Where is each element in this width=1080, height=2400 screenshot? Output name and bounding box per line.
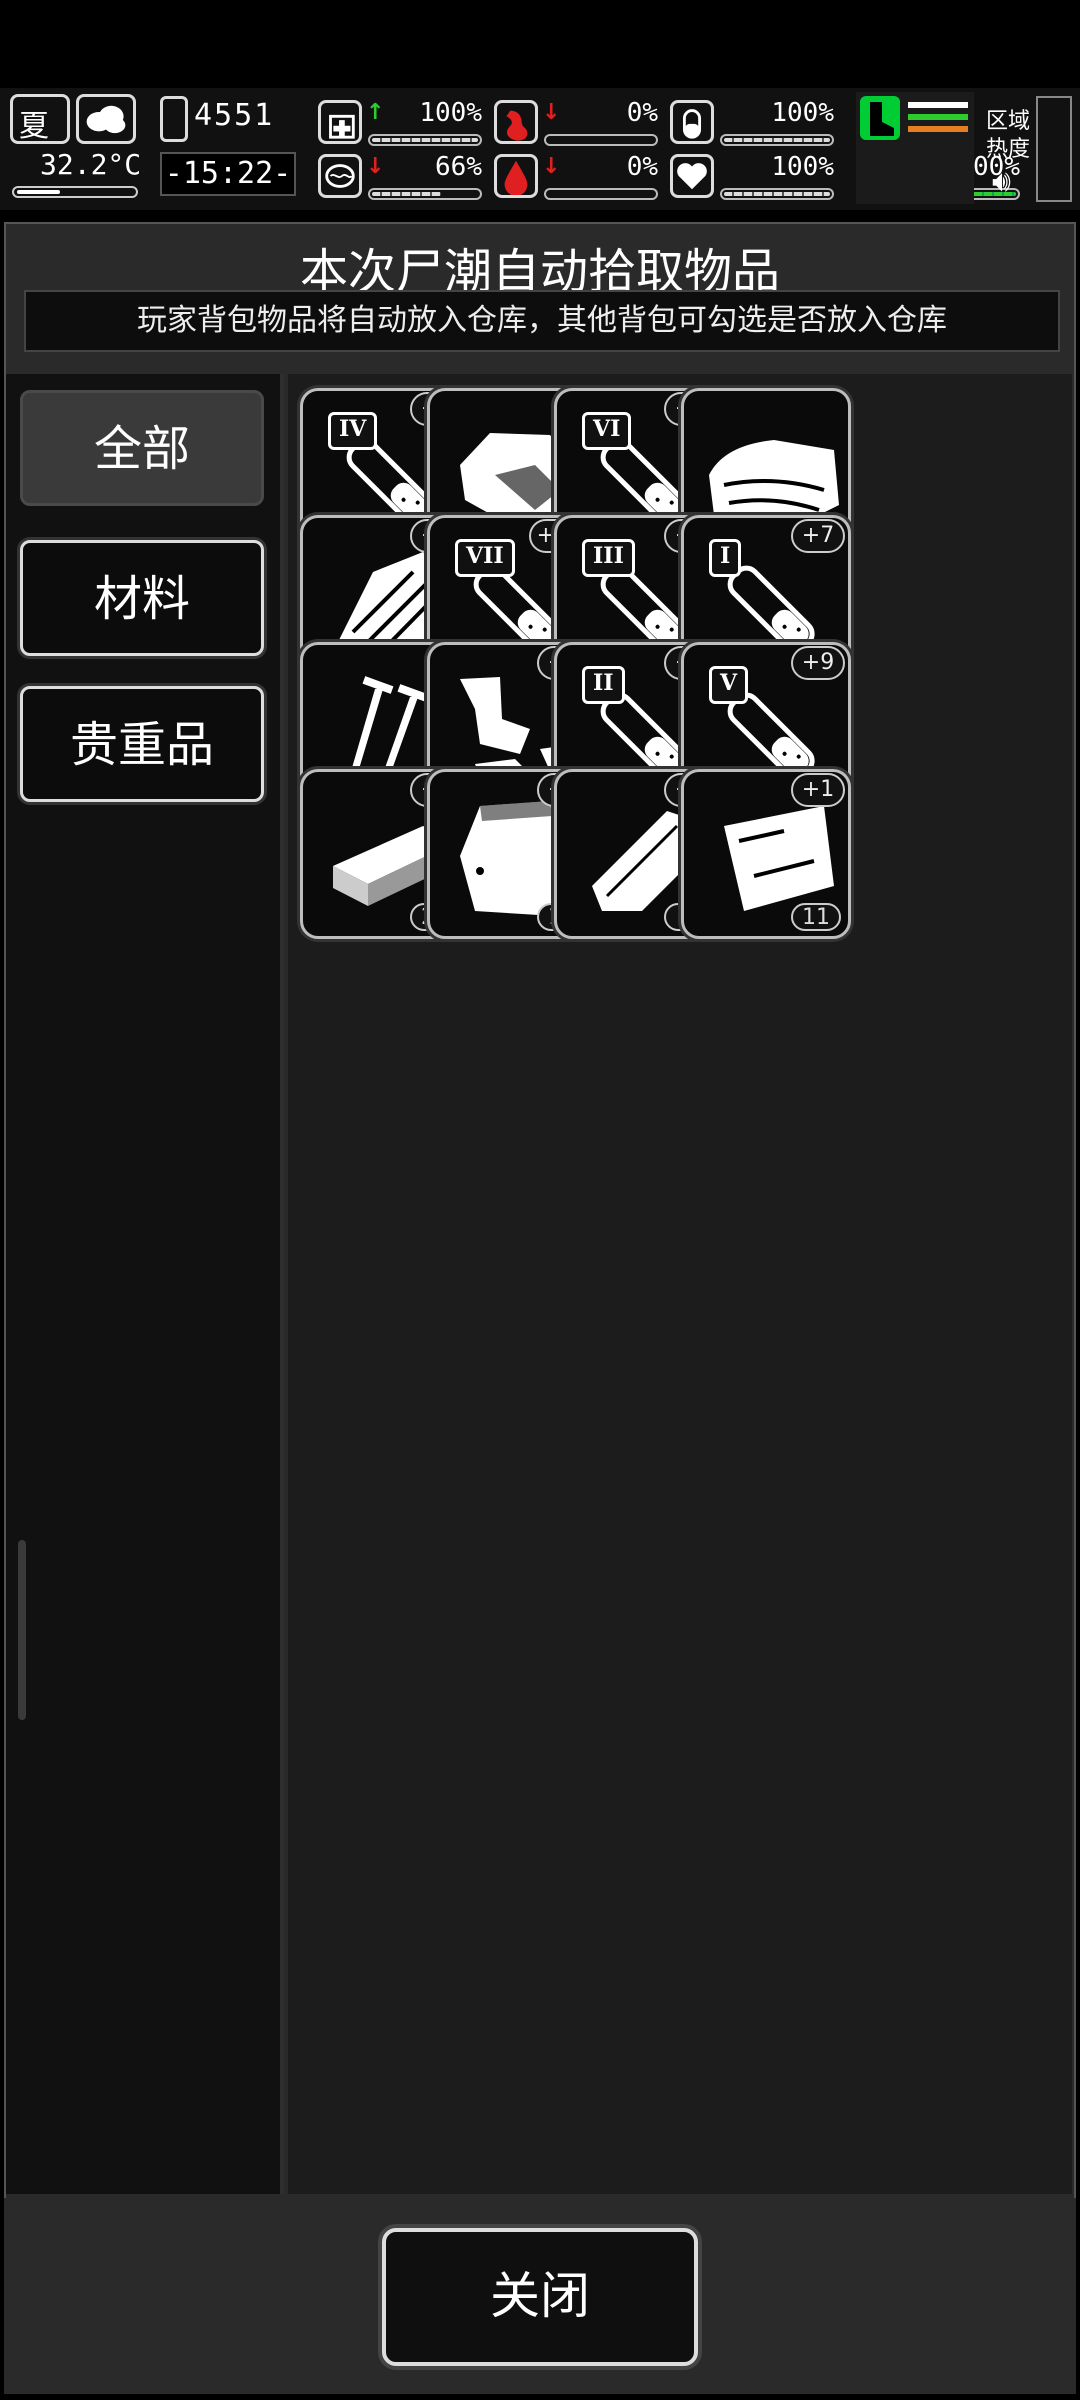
bonus-badge: +9 — [791, 646, 845, 680]
stat-bar — [368, 134, 482, 146]
region-heat-label: 区域 热度 — [986, 108, 1030, 164]
item-count: 11 — [791, 903, 841, 931]
clock: -15:22- — [160, 152, 296, 196]
stat-bar — [720, 188, 834, 200]
sidebar-scrollbar[interactable] — [18, 1540, 26, 1720]
grade-badge: I — [709, 539, 742, 577]
cloud-icon — [76, 94, 136, 144]
panel-subtitle: 玩家背包物品将自动放入仓库，其他背包可勾选是否放入仓库 — [24, 290, 1060, 352]
close-button[interactable]: 关闭 — [382, 2228, 698, 2366]
tab-all[interactable]: 全部 — [20, 390, 264, 506]
day-icon — [160, 96, 188, 142]
sanity-icon — [318, 154, 362, 198]
temperature-bar — [12, 186, 138, 198]
auto-pickup-panel: 本次尸潮自动拾取物品 玩家背包物品将自动放入仓库，其他背包可勾选是否放入仓库 全… — [4, 222, 1076, 2392]
stat-bar — [544, 188, 658, 200]
status-hud: 夏 32.2°C 4551 -15:22- ↑ 100% ↓ 0% 100% ↓ 66% ↓ 0… — [0, 88, 1080, 210]
health-icon — [318, 100, 362, 144]
region-label-2: 热度 — [986, 137, 1031, 162]
stat-bar — [544, 134, 658, 146]
region-heat-gauge — [1036, 96, 1072, 202]
stat-value: 100% — [419, 98, 482, 128]
grade-badge: IV — [328, 412, 378, 450]
stat-thirst: ↓ 0% — [494, 150, 664, 202]
stat-heart: 100% — [670, 150, 840, 202]
stat-bar — [368, 188, 482, 200]
grade-badge: VII — [455, 539, 515, 577]
down-arrow-icon: ↓ — [366, 154, 385, 179]
heart-icon — [670, 154, 714, 198]
footer: 关闭 — [4, 2198, 1076, 2394]
up-arrow-icon: ↑ — [366, 100, 385, 125]
stat-value: 100% — [771, 98, 834, 128]
day-counter: 4551 — [194, 98, 275, 133]
stat-value: 0% — [626, 152, 658, 182]
stat-hunger: ↓ 0% — [494, 96, 664, 148]
stat-value: 0% — [626, 98, 658, 128]
stat-value: 100% — [771, 152, 834, 182]
stat-bar — [720, 134, 834, 146]
tab-valuables[interactable]: 贵重品 — [20, 686, 264, 802]
stamina-boot-icon — [856, 92, 974, 204]
speaker-icon[interactable]: 🔊︎ — [992, 164, 1011, 199]
thirst-icon — [494, 154, 538, 198]
down-arrow-icon: ↓ — [542, 100, 561, 125]
season-label: 夏 — [19, 109, 49, 144]
region-label-1: 区域 — [986, 109, 1031, 134]
stat-medicine: 100% — [670, 96, 840, 148]
down-arrow-icon: ↓ — [542, 154, 561, 179]
temperature: 32.2°C — [40, 148, 142, 181]
stat-sanity: ↓ 66% — [318, 150, 488, 202]
bonus-badge: +1 — [791, 773, 845, 807]
tab-materials[interactable]: 材料 — [20, 540, 264, 656]
hunger-icon — [494, 100, 538, 144]
item-grid: IV+876999+VI+552999++411VII+1064III+665I… — [288, 374, 1072, 2194]
stat-value: 66% — [435, 152, 482, 182]
grade-badge: V — [709, 666, 749, 704]
bonus-badge: +7 — [791, 519, 845, 553]
grade-badge: II — [582, 666, 625, 704]
item-slot[interactable]: +1 11 — [681, 769, 851, 939]
season-indicator: 夏 — [10, 94, 70, 144]
medicine-icon — [670, 100, 714, 144]
grade-badge: VI — [582, 412, 632, 450]
category-sidebar: 全部 材料 贵重品 — [6, 374, 284, 2194]
stat-health: ↑ 100% — [318, 96, 488, 148]
grade-badge: III — [582, 539, 635, 577]
